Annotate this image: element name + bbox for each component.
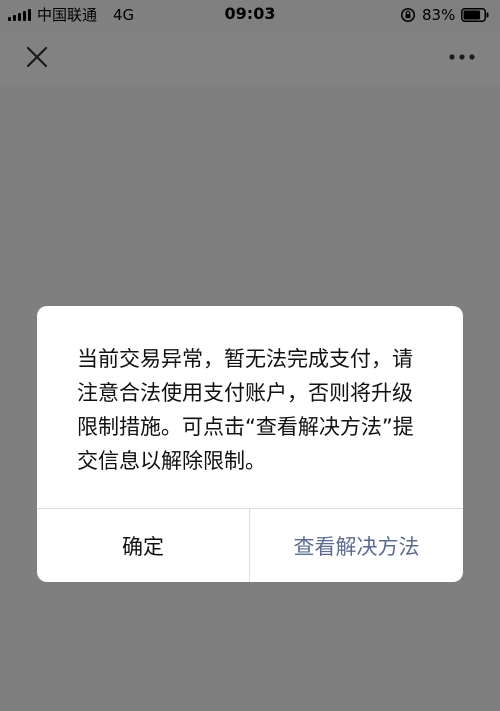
close-icon[interactable] <box>22 42 52 72</box>
nav-bar <box>0 30 500 85</box>
orientation-lock-icon <box>401 8 415 22</box>
view-solution-button[interactable]: 查看解决方法 <box>250 509 463 582</box>
more-icon[interactable] <box>444 48 480 66</box>
dialog-message: 当前交易异常，暂无法完成支付，请注意合法使用支付账户，否则将升级限制措施。可点击… <box>77 347 414 473</box>
battery-percentage: 83% <box>422 6 456 24</box>
confirm-button[interactable]: 确定 <box>37 509 249 582</box>
status-bar: 中国联通 4G 09:03 83% <box>0 0 500 30</box>
alert-dialog: 当前交易异常，暂无法完成支付，请注意合法使用支付账户，否则将升级限制措施。可点击… <box>37 306 463 582</box>
battery-icon <box>461 8 489 22</box>
